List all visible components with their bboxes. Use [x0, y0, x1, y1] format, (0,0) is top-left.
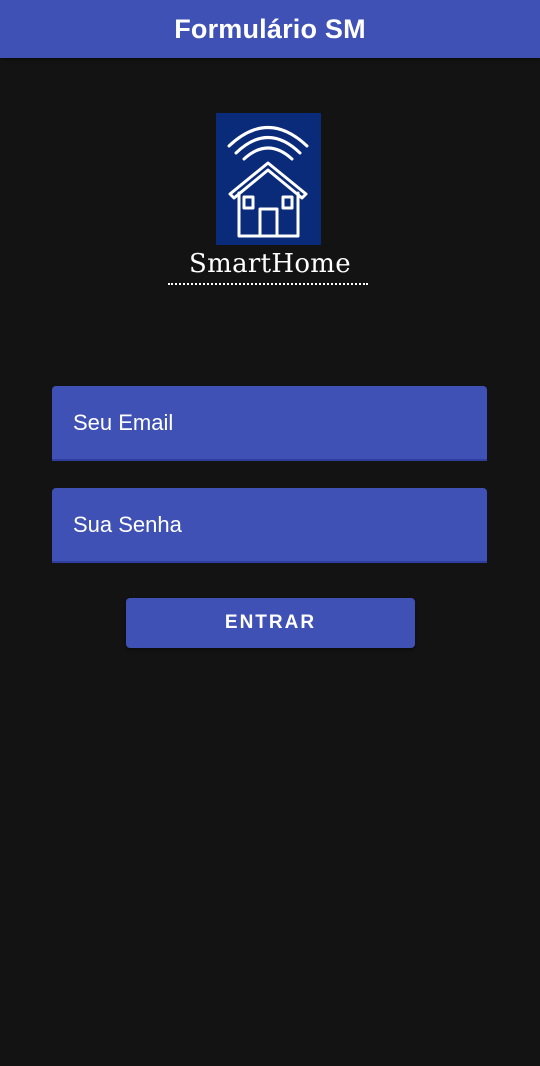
password-placeholder: Sua Senha: [73, 511, 182, 537]
smart-home-wifi-icon: [216, 113, 321, 245]
smarthome-logo: SmartHome: [165, 113, 375, 293]
logo-text: SmartHome: [189, 249, 351, 279]
login-button[interactable]: ENTRAR: [126, 598, 415, 648]
app-bar: Formulário SM: [0, 0, 540, 58]
app-title: Formulário SM: [174, 13, 366, 44]
logo-underline: [168, 283, 368, 285]
email-placeholder: Seu Email: [73, 409, 174, 435]
login-button-label: ENTRAR: [224, 612, 317, 633]
email-field[interactable]: Seu Email: [52, 386, 487, 461]
password-field[interactable]: Sua Senha: [52, 488, 487, 563]
